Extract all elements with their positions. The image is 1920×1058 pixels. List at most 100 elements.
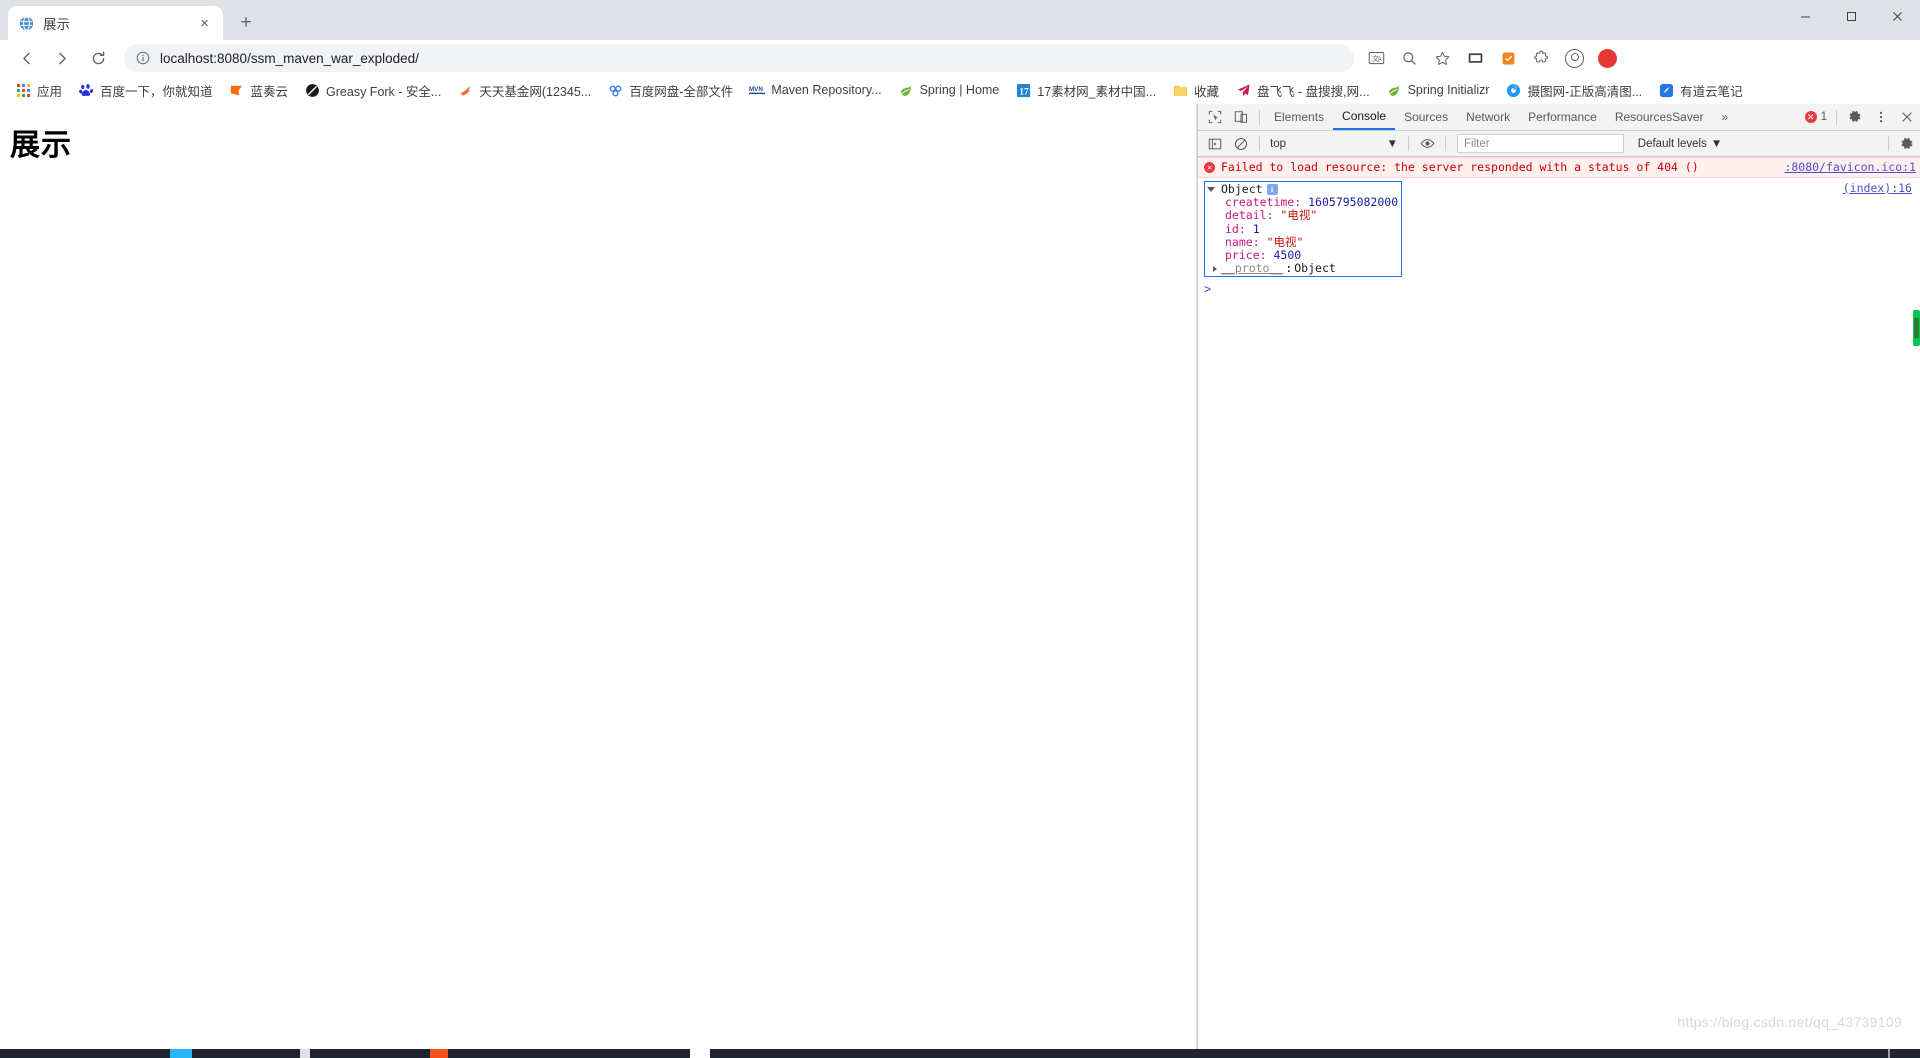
tab-resourcessaver[interactable]: ResourcesSaver [1606,104,1713,130]
shetu-icon [1506,82,1522,98]
tab-elements[interactable]: Elements [1265,104,1333,130]
taskbar-item[interactable] [690,1049,710,1058]
apps-grid-icon [15,82,31,98]
settings-gear-icon[interactable] [1842,105,1868,130]
inspect-element-icon[interactable] [1202,105,1228,130]
more-tabs-overflow-icon[interactable]: » [1713,104,1738,130]
taskbar-item[interactable] [300,1049,310,1058]
bookmark-greasyfork[interactable]: Greasy Fork - 安全... [297,78,448,103]
address-bar[interactable]: localhost:8080/ssm_maven_war_exploded/ [124,44,1354,72]
object-proto-row[interactable]: __proto__: Object [1207,262,1398,275]
reload-button[interactable] [84,44,112,72]
live-expression-eye-icon[interactable] [1414,131,1440,156]
bookmark-spring-initializr[interactable]: Spring Initializr [1379,79,1497,101]
translate-icon[interactable]: 文 A [1363,45,1390,72]
extension-orange-icon[interactable] [1495,45,1522,72]
bookmark-label: 有道云笔记 [1680,84,1743,99]
execution-context-value: top [1270,137,1286,150]
bookmark-label: 收藏 [1194,84,1220,99]
device-toolbar-icon[interactable] [1228,105,1254,130]
bookmark-maven[interactable]: MVN Maven Repository... [742,79,888,101]
log-levels-label: Default levels [1637,137,1707,150]
address-bar-url: localhost:8080/ssm_maven_war_exploded/ [160,50,419,66]
console-sidebar-icon[interactable] [1202,131,1228,156]
zoom-search-icon[interactable] [1396,45,1423,72]
tab-sources[interactable]: Sources [1395,104,1457,130]
bookmark-lanzou[interactable]: 蓝奏云 [222,78,296,103]
bookmark-youdao[interactable]: 有道云笔记 [1651,78,1750,103]
close-devtools-icon[interactable] [1894,105,1920,130]
spring-leaf-icon [898,82,914,98]
maven-icon: MVN [749,82,766,98]
clear-console-icon[interactable] [1228,131,1254,156]
disclosure-triangle-icon[interactable] [1213,265,1217,272]
record-red-icon[interactable] [1594,45,1621,72]
tab-performance[interactable]: Performance [1519,104,1606,130]
toolbar-divider [1259,109,1260,125]
console-settings-gear-icon[interactable] [1894,131,1920,156]
back-button[interactable] [12,44,40,72]
console-prompt[interactable]: > [1198,279,1920,299]
bookmark-label: 17素材网_素材中国... [1037,84,1157,99]
new-tab-button[interactable]: + [231,7,261,37]
bookmark-label: 天天基金网(12345... [479,84,592,99]
taskbar-item[interactable] [170,1049,192,1058]
console-filter-input[interactable]: Filter [1457,134,1624,153]
os-taskbar [0,1049,1920,1058]
bookmark-spring-home[interactable]: Spring | Home [891,79,1007,101]
extensions-puzzle-icon[interactable] [1528,45,1555,72]
tab-strip: 展示 × + [0,0,1920,40]
window-maximize-button[interactable] [1828,0,1874,32]
taskbar-item[interactable] [1888,1049,1890,1058]
bookmark-label: 应用 [37,84,63,99]
forward-button[interactable] [48,44,76,72]
bookmark-sucai17[interactable]: 17 17素材网_素材中国... [1008,78,1163,103]
bookmark-label: Spring | Home [919,83,1000,97]
tab-console[interactable]: Console [1333,104,1396,130]
bookmark-baidupan[interactable]: 百度网盘-全部文件 [600,78,740,103]
browser-tab[interactable]: 展示 × [8,6,223,40]
execution-context-select[interactable]: top ▼ [1265,134,1403,153]
window-minimize-button[interactable] [1782,0,1828,32]
page-title: 展示 [10,129,72,162]
bookmark-panfeifei[interactable]: 盘飞飞 - 盘搜搜,网... [1228,78,1377,103]
bookmark-baidu[interactable]: 百度一下，你就知道 [71,78,220,103]
console-error-source-link[interactable]: :8080/favicon.ico:1 [1774,160,1916,175]
bookmark-apps[interactable]: 应用 [8,78,69,103]
log-levels-dropdown[interactable]: Default levels ▼ [1630,138,1730,150]
watermark-text: https://blog.csdn.net/qq_43739109 [1677,1014,1902,1030]
console-object-row[interactable]: Object i createtime: 1605795082000 detai… [1198,178,1920,279]
bookmark-star-icon[interactable] [1429,45,1456,72]
error-circle-icon: ✕ [1804,111,1817,123]
disclosure-triangle-icon[interactable] [1207,187,1215,193]
more-options-icon[interactable] [1868,105,1894,130]
profile-avatar-icon[interactable] [1561,45,1588,72]
page-viewport: 展示 [0,104,1197,1058]
scroll-indicator-thumb[interactable] [1914,318,1919,338]
bookmark-label: 蓝奏云 [250,84,289,99]
error-count-badge[interactable]: ✕ 1 [1804,111,1827,123]
taskbar-item[interactable] [430,1049,448,1058]
info-badge-icon[interactable]: i [1266,184,1278,196]
media-cast-icon[interactable] [1462,45,1489,72]
console-filter-placeholder: Filter [1464,137,1490,150]
console-error-row[interactable]: ✕ Failed to load resource: the server re… [1198,157,1920,178]
svg-text:17: 17 [1019,87,1029,97]
devtools-tab-bar: Elements Console Sources Network Perform… [1198,104,1920,131]
window-close-button[interactable] [1874,0,1920,32]
bookmark-shetu[interactable]: 摄图网-正版高清图... [1499,78,1650,103]
tab-network[interactable]: Network [1457,104,1519,130]
plane-icon [1235,82,1251,98]
tab-title: 展示 [43,17,70,32]
tab-close-icon[interactable]: × [196,15,213,32]
console-object-box[interactable]: Object i createtime: 1605795082000 detai… [1204,181,1403,278]
bookmarks-bar: 应用 百度一下，你就知道 蓝奏云 Greasy Fork - 安全... 天天基… [0,76,1920,104]
devtools-panel: Elements Console Sources Network Perform… [1197,104,1920,1058]
console-object-source-link[interactable]: (index):16 [1843,181,1916,277]
bookmark-folder-favorites[interactable]: 收藏 [1165,78,1226,103]
console-output[interactable]: ✕ Failed to load resource: the server re… [1198,157,1920,1058]
property-value: 1605795082000 [1308,195,1399,210]
bookmark-label: Spring Initializr [1407,83,1490,97]
baidupan-icon [607,82,623,98]
bookmark-fund[interactable]: 天天基金网(12345... [450,78,598,103]
